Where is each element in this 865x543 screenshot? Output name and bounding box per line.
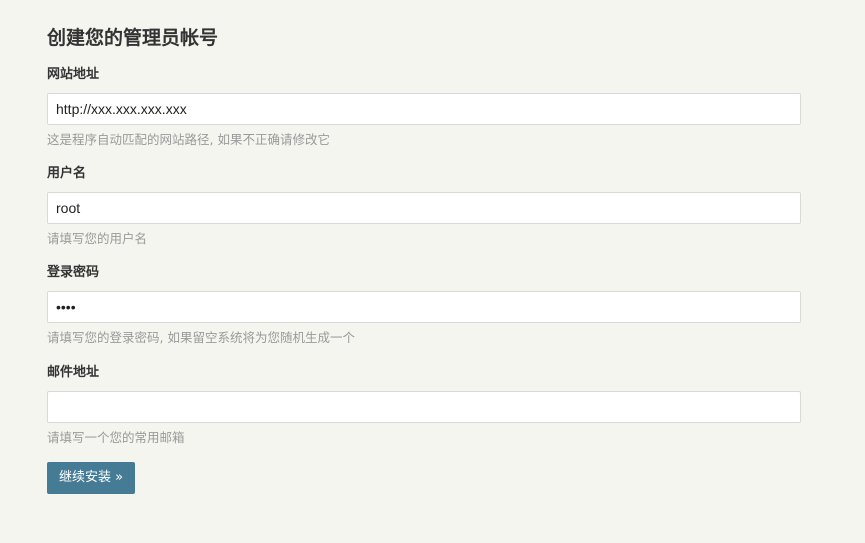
site-url-input[interactable] [47,93,801,125]
email-field: 邮件地址 请填写一个您的常用邮箱 [47,364,801,445]
password-label: 登录密码 [47,265,100,280]
username-field: 用户名 请填写您的用户名 [47,165,801,246]
email-hint: 请填写一个您的常用邮箱 [47,430,185,445]
site-url-label: 网站地址 [47,67,100,82]
password-field: 登录密码 请填写您的登录密码, 如果留空系统将为您随机生成一个 [47,264,801,345]
username-label: 用户名 [47,166,87,181]
username-input[interactable] [47,192,801,224]
continue-install-button[interactable]: 继续安装 » [47,462,136,494]
page-title: 创建您的管理员帐号 [47,27,219,49]
site-url-hint: 这是程序自动匹配的网站路径, 如果不正确请修改它 [47,132,330,147]
password-hint: 请填写您的登录密码, 如果留空系统将为您随机生成一个 [47,330,355,345]
email-input[interactable] [47,391,801,423]
email-label: 邮件地址 [47,365,100,380]
site-url-field: 网站地址 这是程序自动匹配的网站路径, 如果不正确请修改它 [47,66,801,147]
username-hint: 请填写您的用户名 [47,231,148,246]
password-input[interactable] [47,291,801,323]
